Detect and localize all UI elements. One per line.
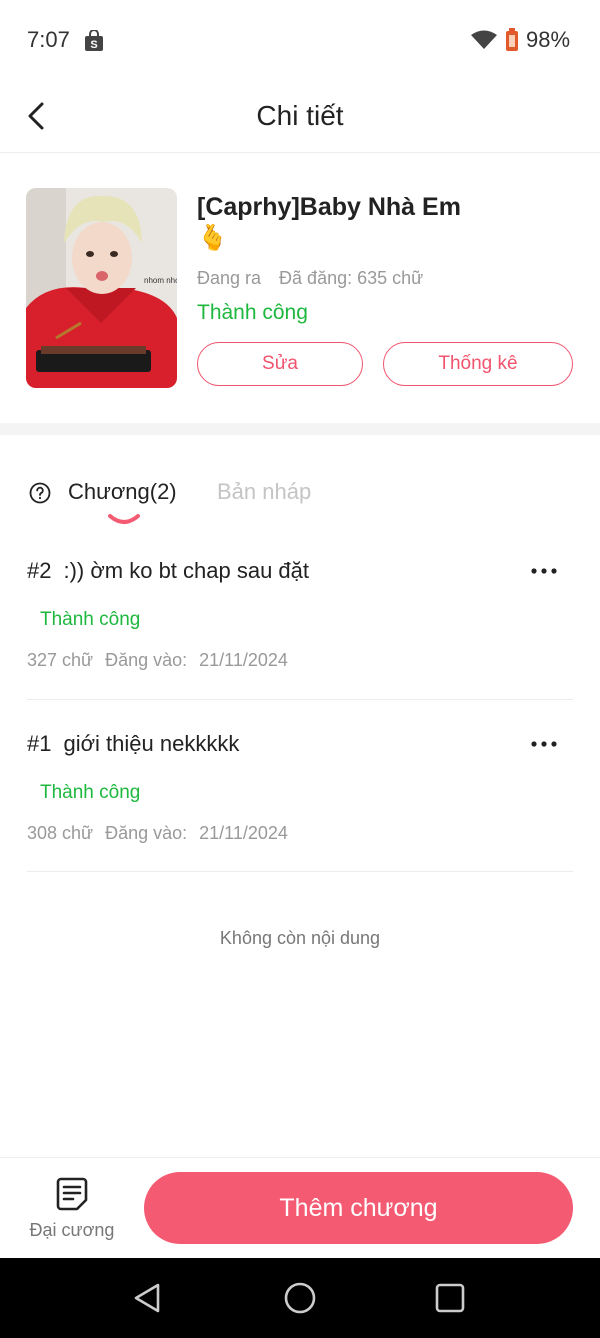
nav-home-icon[interactable] [282,1280,318,1316]
svg-text:S: S [90,39,97,51]
nav-back-icon[interactable] [130,1280,166,1316]
chapter-posted-label: Đăng vào: [105,823,188,843]
chapter-divider [27,699,573,700]
status-time: 7:07 [27,27,70,52]
chapter-word-count: 327 chữ [27,650,94,670]
chapter-title[interactable]: #2 :)) ờm ko bt chap sau đặt [27,558,309,584]
chapter-title-text: giới thiệu nekkkkk [63,731,240,756]
chapter-meta: 308 chữ Đăng vào: 21/11/2024 [27,823,288,844]
page-title: Chi tiết [256,100,344,131]
tab-active-indicator [108,514,140,524]
story-meta: Đang ra Đã đăng: 635 chữ [197,268,423,289]
add-chapter-button[interactable]: Thêm chương [144,1172,573,1244]
chapter-date: 21/11/2024 [199,650,288,670]
help-icon[interactable] [29,482,51,504]
battery-percent: 98% [526,27,571,52]
chapter-number: #2 [27,558,52,583]
chapter-number: #1 [27,731,52,756]
shopping-bag-icon: S [85,30,103,51]
chapter-posted-label: Đăng vào: [105,650,188,670]
edit-button[interactable]: Sửa [197,342,363,386]
story-title: [Caprhy]Baby Nhà Em 🫰 [197,192,577,254]
section-separator [0,423,600,435]
story-status: Thành công [197,301,308,324]
chapter-word-count: 308 chữ [27,823,94,843]
story-state: Đang ra [197,268,262,288]
chapter-status: Thành công [40,609,141,630]
header-divider [0,152,600,153]
chapter-title-text: :)) ờm ko bt chap sau đặt [63,558,310,583]
tab-drafts[interactable]: Bản nháp [217,479,311,505]
chapter-status: Thành công [40,782,141,803]
story-title-emoji: 🫰 [197,224,229,252]
outline-label[interactable]: Đại cương [0,1220,144,1241]
cover-scribble: nhom nhom [144,276,177,285]
story-cover-image[interactable]: nhom nhom [26,188,177,388]
more-options-icon[interactable] [528,564,560,578]
story-title-text: [Caprhy]Baby Nhà Em [197,193,461,221]
wifi-icon [471,30,497,49]
no-more-content-text: Không còn nội dung [219,928,381,948]
nav-recents-icon[interactable] [432,1280,468,1316]
outline-document-icon[interactable] [55,1176,89,1212]
chapter-divider [27,871,573,872]
chapter-title[interactable]: #1 giới thiệu nekkkkk [27,731,239,757]
bottom-divider [0,1157,600,1158]
story-word-count: Đã đăng: 635 chữ [279,268,424,288]
stats-button[interactable]: Thống kê [383,342,573,386]
chapter-date: 21/11/2024 [199,823,288,843]
more-options-icon[interactable] [528,737,560,751]
chapter-meta: 327 chữ Đăng vào: 21/11/2024 [27,650,288,671]
battery-icon [506,28,518,51]
tab-chapters[interactable]: Chương(2) [68,479,177,505]
